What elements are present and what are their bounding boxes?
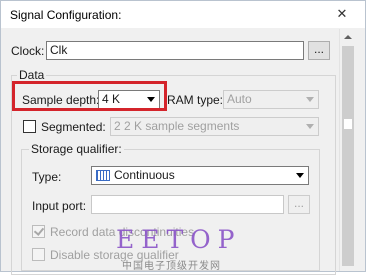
segmented-checkbox[interactable] xyxy=(23,120,36,133)
eetop-watermark: EETOP xyxy=(116,225,242,254)
title-bar: Signal Configuration: ✕ xyxy=(1,1,365,28)
input-port-browse-button[interactable]: ... xyxy=(288,195,310,214)
ram-type-select[interactable]: Auto xyxy=(223,90,319,109)
ram-type-label: RAM type: xyxy=(167,93,224,107)
input-port-input[interactable] xyxy=(91,195,284,214)
scroll-up-icon[interactable] xyxy=(344,35,352,39)
storage-type-value: Continuous xyxy=(114,168,175,182)
input-port-label: Input port: xyxy=(32,199,87,213)
continuous-icon xyxy=(96,170,110,181)
ram-type-value: Auto xyxy=(227,92,252,106)
signal-configuration-panel: Signal Configuration: ✕ Clock: Clk ... D… xyxy=(0,0,366,275)
vertical-scrollbar[interactable] xyxy=(339,29,356,271)
record-data-discontinuities-checkbox[interactable] xyxy=(32,225,45,238)
type-label: Type: xyxy=(32,170,62,184)
chevron-down-icon xyxy=(306,97,314,102)
segmented-value: 2 2 K sample segments xyxy=(114,119,240,133)
checkmark-icon xyxy=(33,225,45,236)
storage-type-select[interactable]: Continuous xyxy=(91,166,309,185)
eetop-watermark-subtitle: 中国电子顶级开发网 xyxy=(122,261,221,272)
scroll-thumb[interactable] xyxy=(342,46,354,266)
storage-qualifier-title: Storage qualifier: xyxy=(29,142,124,156)
sample-depth-highlight xyxy=(12,81,167,111)
chevron-down-icon xyxy=(306,124,314,129)
disable-storage-qualifier-checkbox[interactable] xyxy=(32,248,45,261)
clock-browse-button[interactable]: ... xyxy=(308,41,330,60)
scroll-grip xyxy=(344,119,352,129)
clock-input[interactable]: Clk xyxy=(46,41,304,60)
segmented-label: Segmented: xyxy=(41,120,106,134)
clock-label: Clock: xyxy=(11,44,45,58)
panel-title: Signal Configuration: xyxy=(10,8,122,22)
close-button[interactable]: ✕ xyxy=(331,4,353,24)
segmented-select[interactable]: 2 2 K sample segments xyxy=(110,117,319,136)
data-group-title: Data xyxy=(17,68,47,82)
chevron-down-icon xyxy=(296,173,304,178)
close-icon: ✕ xyxy=(336,6,348,21)
